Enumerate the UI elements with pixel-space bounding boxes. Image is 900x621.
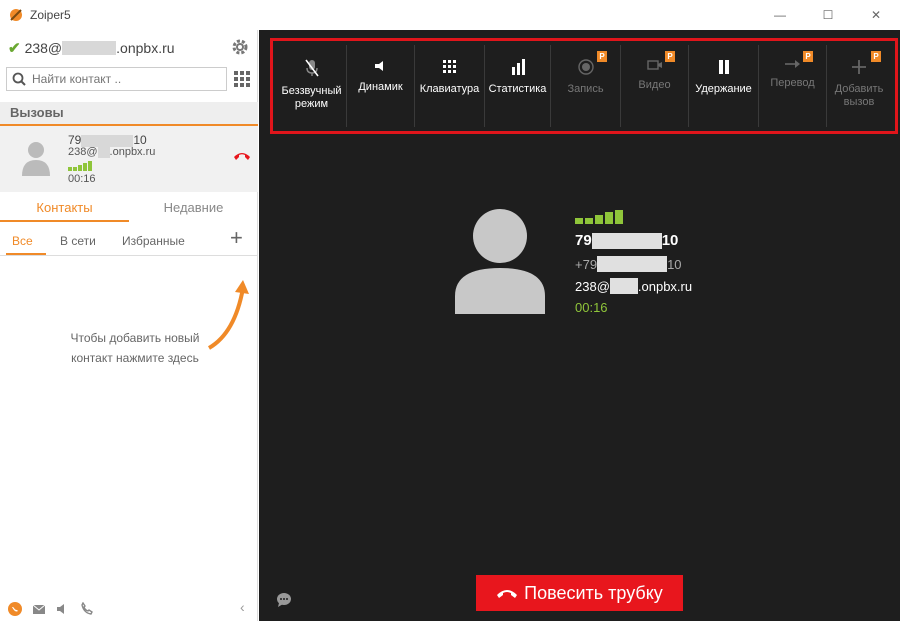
hint-arrow-icon: [207, 280, 249, 350]
keypad-icon: [442, 60, 456, 73]
premium-badge: P: [597, 51, 607, 62]
gear-icon[interactable]: [231, 38, 249, 56]
premium-badge: P: [665, 51, 675, 62]
tab-recent[interactable]: Недавние: [129, 194, 258, 222]
add-contact-hint: Чтобы добавить новый контакт нажмите зде…: [70, 331, 200, 365]
zoiper-logo-icon: [10, 9, 22, 21]
redacted-block: [62, 41, 117, 55]
peer-signal-strength-icon: [575, 210, 623, 224]
calls-section-header: Вызовы: [0, 102, 258, 124]
speaker-small-icon[interactable]: [56, 603, 70, 615]
account-status[interactable]: ✔ 238@ .onpbx.ru: [8, 39, 175, 57]
filter-favorites[interactable]: Избранные: [122, 234, 185, 248]
peer-avatar-icon: [455, 209, 545, 314]
hangup-label: Повесить трубку: [524, 582, 663, 603]
registered-check-icon: ✔: [8, 40, 21, 57]
video-button[interactable]: P Видео: [621, 45, 689, 127]
call-number: 79 10: [68, 133, 147, 147]
speaker-icon: [374, 61, 383, 71]
statistics-button[interactable]: Статистика: [485, 45, 551, 127]
account-prefix: 238@: [24, 40, 63, 56]
collapse-panel-icon[interactable]: ‹: [240, 599, 245, 615]
search-input[interactable]: [32, 72, 212, 86]
filter-tabs: Все В сети Избранные: [0, 228, 258, 256]
record-button[interactable]: P Запись: [551, 45, 621, 127]
peer-call-duration: 00:16: [575, 300, 608, 315]
message-icon[interactable]: [32, 603, 46, 615]
call-main-panel: Беззвучный режим Динамик Клавиатура Стат…: [259, 30, 900, 621]
left-pane: ✔ 238@ .onpbx.ru Вызовы 7910 238: [0, 30, 258, 621]
search-icon: [12, 72, 26, 86]
bottom-bar: [0, 596, 258, 621]
avatar-icon: [22, 142, 50, 176]
chat-bubble-icon[interactable]: [276, 592, 292, 608]
app-title: Zoiper5: [30, 8, 71, 22]
dialpad-icon[interactable]: [233, 70, 251, 88]
peer-name: 79 10: [575, 232, 679, 249]
add-call-icon: [852, 60, 866, 74]
call-duration: 00:16: [68, 173, 96, 185]
tab-contacts[interactable]: Контакты: [0, 194, 129, 222]
video-icon: [646, 60, 662, 70]
minimize-button[interactable]: —: [760, 0, 800, 30]
hangup-phone-icon: [497, 590, 518, 598]
add-call-button[interactable]: P Добавить вызов: [827, 45, 891, 127]
active-call-item[interactable]: 79 10 238@ .onpbx.ru 00:16: [0, 124, 258, 192]
search-box[interactable]: [6, 67, 227, 91]
active-tab-underline: [6, 253, 46, 255]
phone-mode-icon[interactable]: [8, 601, 22, 616]
hangup-button[interactable]: Повесить трубку: [476, 575, 683, 611]
hangup-icon[interactable]: [233, 148, 251, 162]
filter-all[interactable]: Все: [12, 234, 33, 248]
signal-strength-icon: [68, 161, 92, 171]
account-suffix: .onpbx.ru: [116, 40, 175, 56]
filter-online[interactable]: В сети: [60, 234, 96, 248]
pause-icon: [718, 60, 729, 74]
maximize-button[interactable]: ☐: [808, 0, 848, 30]
transfer-button[interactable]: P Перевод: [759, 45, 827, 127]
keypad-button[interactable]: Клавиатура: [415, 45, 485, 127]
call-forward-icon[interactable]: [80, 601, 94, 616]
add-contact-button[interactable]: +: [230, 227, 248, 250]
mic-muted-icon: [304, 59, 319, 77]
peer-account: 238@ .onpbx.ru: [575, 278, 693, 294]
premium-badge: P: [871, 51, 881, 62]
hold-button[interactable]: Удержание: [689, 45, 759, 127]
transfer-icon: [784, 60, 800, 68]
peer-phone-number: +79 10: [575, 256, 682, 272]
title-bar: Zoiper5 — ☐ ✕: [0, 0, 900, 30]
record-icon: [577, 59, 594, 75]
mute-button[interactable]: Беззвучный режим: [277, 45, 347, 127]
contact-tabs: Контакты Недавние: [0, 194, 258, 222]
premium-badge: P: [803, 51, 813, 62]
call-toolbar: Беззвучный режим Динамик Клавиатура Стат…: [270, 38, 898, 134]
call-account: 238@ .onpbx.ru: [68, 146, 156, 158]
close-button[interactable]: ✕: [856, 0, 896, 30]
speaker-button[interactable]: Динамик: [347, 45, 415, 127]
stats-icon: [511, 59, 525, 75]
